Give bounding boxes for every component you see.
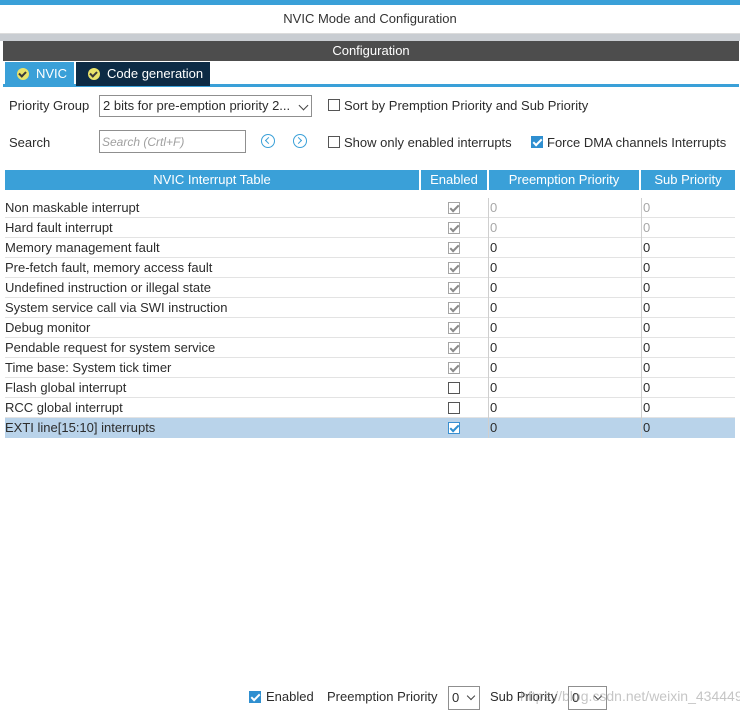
search-next-icon[interactable] bbox=[293, 134, 307, 148]
table-row[interactable]: RCC global interrupt 0 0 bbox=[5, 398, 735, 418]
interrupt-name: Non maskable interrupt bbox=[5, 200, 140, 215]
chevron-down-icon bbox=[298, 100, 309, 111]
tab-label: NVIC bbox=[36, 66, 68, 81]
header-enabled[interactable]: Enabled bbox=[421, 170, 487, 190]
tab-label: Code generation bbox=[107, 66, 204, 81]
check-circle-icon bbox=[17, 68, 29, 80]
force-dma-label: Force DMA channels Interrupts bbox=[547, 135, 727, 150]
interrupt-name: Flash global interrupt bbox=[5, 380, 127, 395]
search-previous-icon[interactable] bbox=[261, 134, 275, 148]
enabled-checkbox[interactable] bbox=[448, 402, 460, 414]
table-row[interactable]: Pendable request for system service 0 0 bbox=[5, 338, 735, 358]
preemption-priority-value: 0 bbox=[488, 218, 640, 238]
search-label: Search bbox=[9, 135, 51, 150]
preemption-priority-value: 0 bbox=[488, 398, 640, 418]
tab-code-generation[interactable]: Code generation bbox=[76, 62, 210, 86]
sub-priority-value: 0 bbox=[641, 218, 735, 238]
footer-preemption-value: 0 bbox=[452, 690, 460, 705]
preemption-priority-value: 0 bbox=[488, 418, 640, 438]
table-row[interactable]: Undefined instruction or illegal state 0 0 bbox=[5, 278, 735, 298]
sub-priority-value: 0 bbox=[641, 198, 735, 218]
interrupt-name: RCC global interrupt bbox=[5, 400, 123, 415]
sub-priority-value: 0 bbox=[641, 378, 735, 398]
chevron-down-icon bbox=[466, 691, 476, 701]
preemption-priority-value: 0 bbox=[488, 298, 640, 318]
table-header: NVIC Interrupt Table Enabled Preemption … bbox=[5, 170, 735, 190]
preemption-priority-value: 0 bbox=[488, 238, 640, 258]
sub-priority-value: 0 bbox=[641, 278, 735, 298]
footer-enabled-checkbox[interactable] bbox=[249, 691, 261, 703]
sub-priority-value: 0 bbox=[641, 258, 735, 278]
table-row[interactable]: Hard fault interrupt 0 0 bbox=[5, 218, 735, 238]
enabled-checkbox bbox=[448, 262, 460, 274]
sub-priority-value: 0 bbox=[641, 418, 735, 438]
sub-priority-value: 0 bbox=[641, 318, 735, 338]
search-input[interactable] bbox=[99, 130, 246, 153]
header-interrupt-table[interactable]: NVIC Interrupt Table bbox=[5, 170, 419, 190]
enabled-checkbox bbox=[448, 322, 460, 334]
watermark: https://blog.csdn.net/weixin_43444989 bbox=[520, 688, 740, 704]
preemption-priority-value: 0 bbox=[488, 358, 640, 378]
preemption-priority-value: 0 bbox=[488, 378, 640, 398]
table-row[interactable]: Memory management fault 0 0 bbox=[5, 238, 735, 258]
priority-group-select[interactable]: 2 bits for pre-emption priority 2... bbox=[99, 95, 312, 117]
sort-label: Sort by Premption Priority and Sub Prior… bbox=[344, 98, 589, 113]
header-preemption-priority[interactable]: Preemption Priority bbox=[489, 170, 639, 190]
preemption-priority-value: 0 bbox=[488, 338, 640, 358]
priority-group-value: 2 bits for pre-emption priority 2... bbox=[103, 98, 291, 113]
sub-priority-value: 0 bbox=[641, 338, 735, 358]
interrupt-name: Pendable request for system service bbox=[5, 340, 216, 355]
check-circle-icon bbox=[88, 68, 100, 80]
enabled-checkbox bbox=[448, 202, 460, 214]
show-enabled-label: Show only enabled interrupts bbox=[344, 135, 512, 150]
interrupt-name: Time base: System tick timer bbox=[5, 360, 172, 375]
tab-nvic[interactable]: NVIC bbox=[5, 62, 74, 86]
force-dma-checkbox[interactable] bbox=[531, 136, 543, 148]
interrupt-name: Debug monitor bbox=[5, 320, 91, 335]
interrupt-name: System service call via SWI instruction bbox=[5, 300, 228, 315]
enabled-checkbox[interactable] bbox=[448, 422, 460, 434]
table-row[interactable]: EXTI line[15:10] interrupts 0 0 bbox=[5, 418, 735, 438]
enabled-checkbox bbox=[448, 342, 460, 354]
interrupt-name: EXTI line[15:10] interrupts bbox=[5, 420, 156, 435]
preemption-priority-value: 0 bbox=[488, 278, 640, 298]
interrupt-name: Pre-fetch fault, memory access fault bbox=[5, 260, 213, 275]
show-enabled-checkbox[interactable] bbox=[328, 136, 340, 148]
priority-group-label: Priority Group bbox=[9, 98, 90, 113]
table-row[interactable]: Time base: System tick timer 0 0 bbox=[5, 358, 735, 378]
enabled-checkbox bbox=[448, 362, 460, 374]
enabled-checkbox[interactable] bbox=[448, 382, 460, 394]
sub-priority-value: 0 bbox=[641, 238, 735, 258]
preemption-priority-value: 0 bbox=[488, 258, 640, 278]
header-sub-priority[interactable]: Sub Priority bbox=[641, 170, 735, 190]
preemption-priority-value: 0 bbox=[488, 318, 640, 338]
table-row[interactable]: System service call via SWI instruction 0… bbox=[5, 298, 735, 318]
enabled-checkbox bbox=[448, 222, 460, 234]
enabled-checkbox bbox=[448, 302, 460, 314]
sub-priority-value: 0 bbox=[641, 358, 735, 378]
table-row[interactable]: Non maskable interrupt 0 0 bbox=[5, 198, 735, 218]
title-separator bbox=[0, 34, 740, 41]
footer-enabled-label: Enabled bbox=[266, 689, 314, 704]
window-title: NVIC Mode and Configuration bbox=[0, 5, 740, 34]
interrupt-name: Memory management fault bbox=[5, 240, 160, 255]
sort-checkbox[interactable] bbox=[328, 99, 340, 111]
sub-priority-value: 0 bbox=[641, 298, 735, 318]
table-row[interactable]: Flash global interrupt 0 0 bbox=[5, 378, 735, 398]
footer-preemption-label: Preemption Priority bbox=[327, 689, 438, 704]
table-row[interactable]: Debug monitor 0 0 bbox=[5, 318, 735, 338]
enabled-checkbox bbox=[448, 242, 460, 254]
table-row[interactable]: Pre-fetch fault, memory access fault 0 0 bbox=[5, 258, 735, 278]
enabled-checkbox bbox=[448, 282, 460, 294]
footer-preemption-select[interactable]: 0 bbox=[448, 686, 480, 710]
preemption-priority-value: 0 bbox=[488, 198, 640, 218]
sub-priority-value: 0 bbox=[641, 398, 735, 418]
configuration-header: Configuration bbox=[3, 41, 739, 61]
interrupt-name: Hard fault interrupt bbox=[5, 220, 113, 235]
interrupt-name: Undefined instruction or illegal state bbox=[5, 280, 211, 295]
